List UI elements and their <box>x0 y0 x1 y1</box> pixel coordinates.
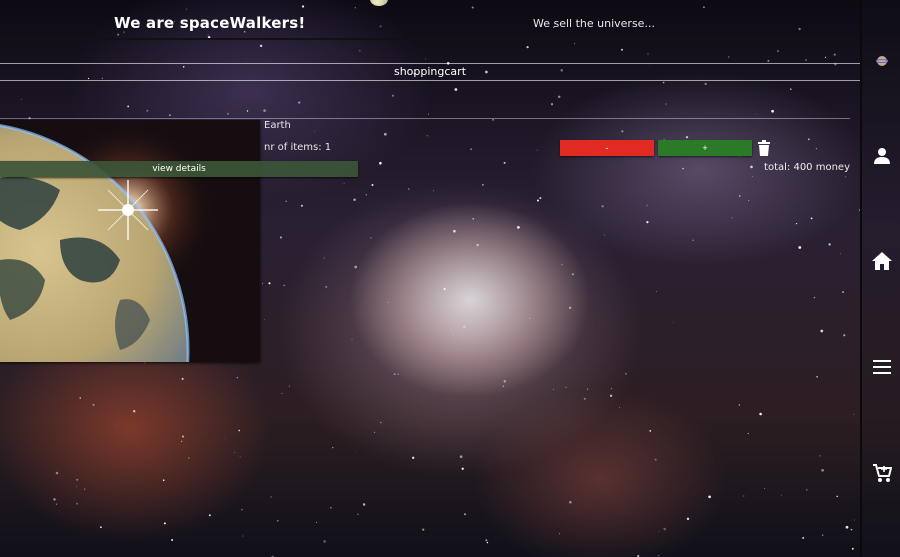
tagline: We sell the universe... <box>533 17 655 30</box>
account-icon[interactable] <box>867 141 897 171</box>
right-sidebar <box>860 0 900 557</box>
item-count: nr of items: 1 <box>264 142 332 153</box>
divider <box>0 118 850 119</box>
product-name: Earth <box>264 120 291 131</box>
trash-icon[interactable] <box>757 140 771 156</box>
site-title: We are spaceWalkers! <box>114 14 306 32</box>
increase-quantity-button[interactable]: + <box>658 140 752 156</box>
header: We are spaceWalkers! We sell the univers… <box>0 0 860 40</box>
earth-product-image <box>0 120 260 362</box>
shoppingcart-title: shoppingcart <box>0 63 860 81</box>
menu-icon[interactable] <box>867 352 897 382</box>
view-details-button[interactable]: view details <box>0 161 358 177</box>
cart-total: total: 400 money <box>764 162 850 173</box>
planet-logo-icon <box>867 46 897 76</box>
decrease-quantity-button[interactable]: - <box>560 140 654 156</box>
home-icon[interactable] <box>867 246 897 276</box>
cart-icon[interactable] <box>867 458 897 488</box>
